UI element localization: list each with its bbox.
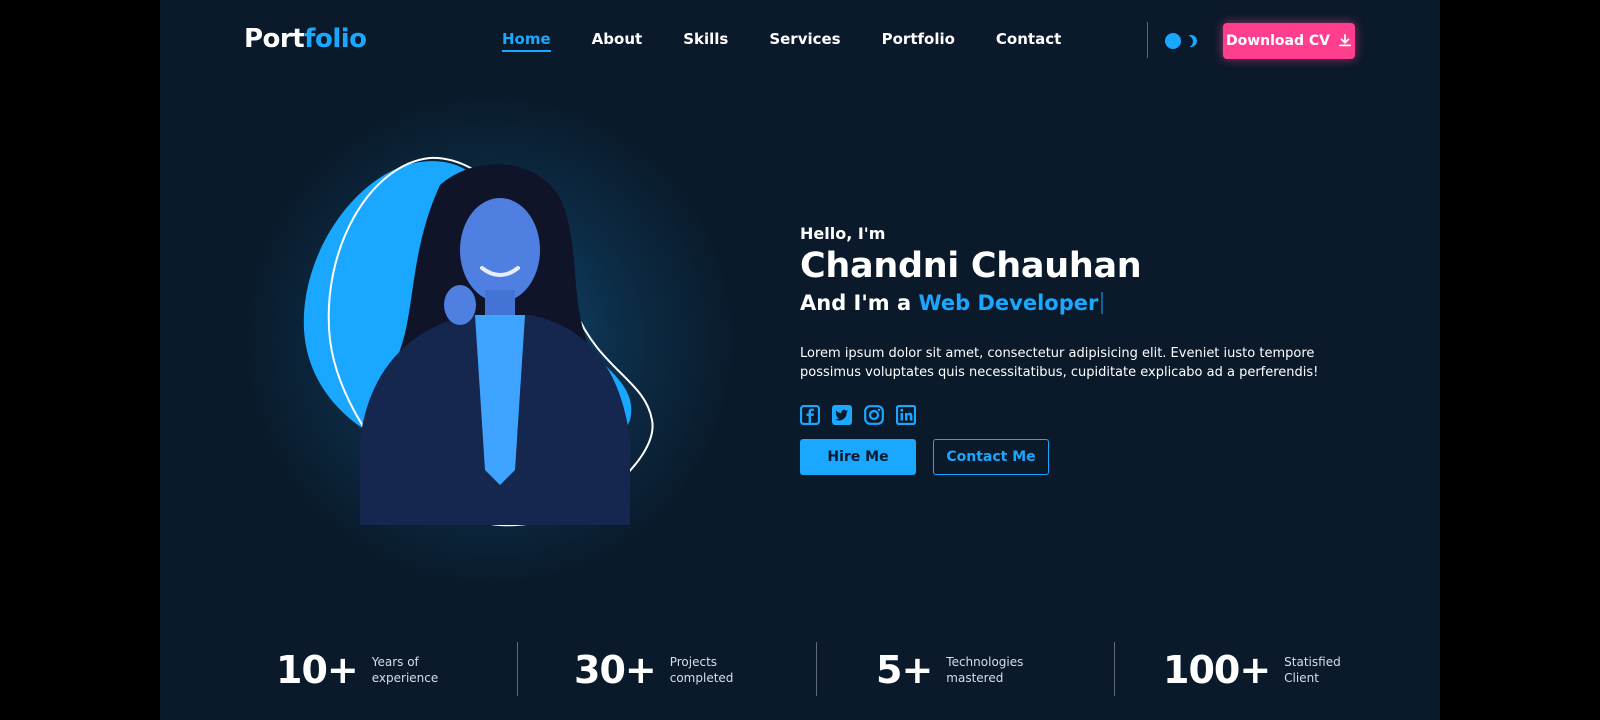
stat-number: 100+ (1163, 648, 1271, 692)
nav-contact[interactable]: Contact (996, 30, 1061, 52)
logo[interactable]: Portfolio (244, 24, 367, 54)
role-prefix: And I'm a (800, 291, 919, 315)
main-nav: Home About Skills Services Portfolio Con… (502, 30, 1102, 52)
profile-photo (303, 156, 654, 527)
stat-number: 30+ (574, 648, 657, 692)
role-highlight: Web Developer (918, 291, 1099, 315)
stat-experience: 10+ Years of experience (276, 640, 462, 700)
contact-me-button[interactable]: Contact Me (933, 439, 1049, 475)
instagram-icon[interactable] (864, 405, 884, 425)
hero-role: And I'm a Web Developer (800, 291, 1104, 315)
logo-text: Port (244, 24, 305, 54)
linkedin-icon[interactable] (896, 405, 916, 425)
stat-technologies: 5+ Technologies mastered (876, 640, 1036, 700)
nav-skills[interactable]: Skills (683, 30, 728, 52)
nav-home[interactable]: Home (502, 30, 551, 52)
stat-label: Projects completed (669, 655, 734, 685)
hero-description: Lorem ipsum dolor sit amet, consectetur … (800, 346, 1319, 380)
page: Portfolio Home About Skills Services Por… (160, 0, 1440, 720)
moon-icon (1183, 33, 1198, 48)
download-cv-label: Download CV (1225, 33, 1330, 49)
stats-bar: 10+ Years of experience 30+ Projects com… (160, 640, 1440, 710)
stat-label: Statisfied Client (1284, 655, 1341, 685)
stat-clients: 100+ Statisfied Client (1163, 640, 1374, 700)
facebook-icon[interactable] (800, 405, 820, 425)
theme-toggle[interactable] (1165, 32, 1201, 50)
stat-label: Technologies mastered (946, 655, 1024, 685)
hire-me-button[interactable]: Hire Me (800, 439, 916, 475)
stat-label: Years of experience (371, 655, 439, 685)
stat-divider (517, 642, 518, 696)
download-cv-button[interactable]: Download CV (1223, 23, 1355, 59)
stat-divider (1114, 642, 1115, 696)
header-divider (1147, 22, 1148, 58)
stat-projects: 30+ Projects completed (574, 640, 760, 700)
social-links (800, 405, 916, 425)
twitter-icon[interactable] (832, 405, 852, 425)
stat-number: 5+ (876, 648, 933, 692)
typing-caret (1101, 292, 1104, 314)
nav-about[interactable]: About (592, 30, 643, 52)
toggle-knob-icon (1165, 33, 1181, 49)
hero-greeting: Hello, I'm (800, 224, 886, 243)
stat-divider (816, 642, 817, 696)
download-icon (1338, 34, 1352, 47)
nav-portfolio[interactable]: Portfolio (882, 30, 955, 52)
hero-name: Chandni Chauhan (800, 246, 1142, 286)
logo-accent-text: folio (304, 24, 367, 54)
nav-services[interactable]: Services (769, 30, 840, 52)
stat-number: 10+ (276, 648, 359, 692)
